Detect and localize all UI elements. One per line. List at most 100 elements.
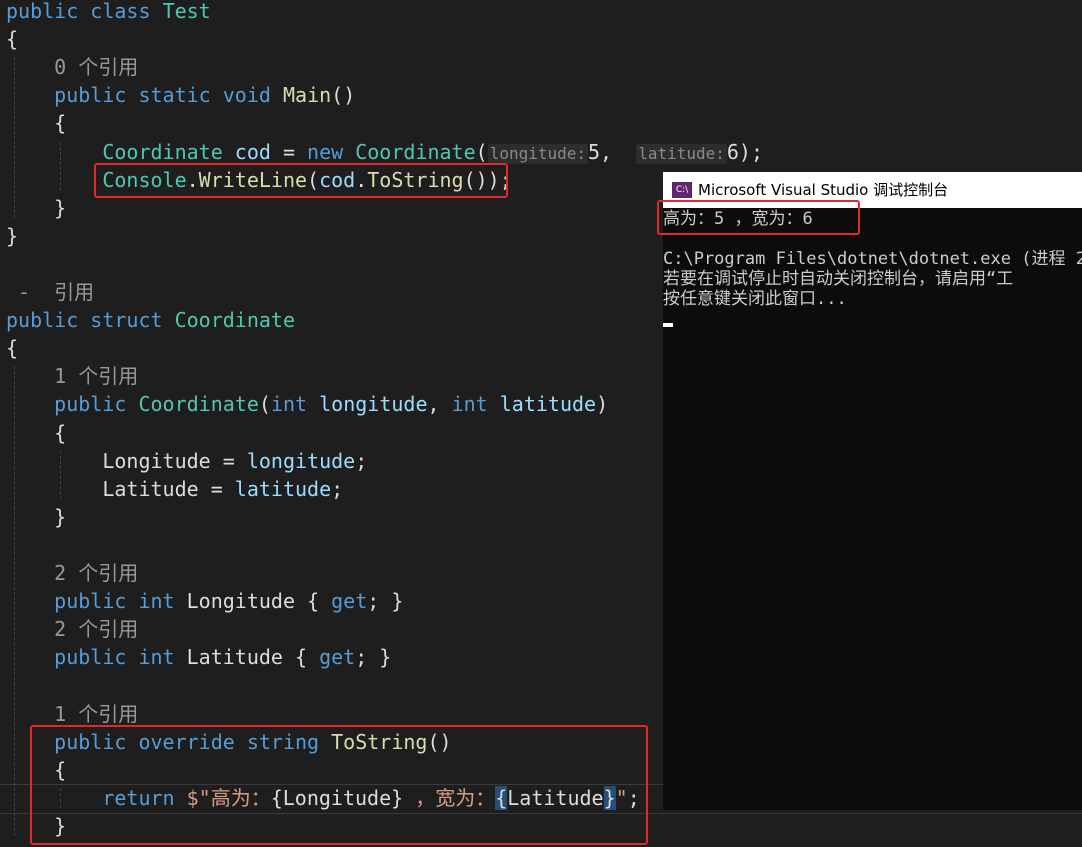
code-token: public [54,392,127,417]
code-line[interactable]: Longitude = longitude; [6,447,367,475]
code-token: cod [234,139,271,164]
code-line[interactable]: } [6,194,66,222]
code-token: static [138,83,211,108]
code-token: Latitude { [174,645,320,670]
debug-console-window[interactable]: C:\ Microsoft Visual Studio 调试控制台 高为：5 ，… [663,172,1082,810]
highlight-box-tostring [30,725,648,845]
code-line[interactable]: public int Longitude { get; } [6,587,403,615]
codelens-reference-count[interactable]: 1 个引用 [6,362,138,390]
code-token: public [54,589,127,614]
code-token: ( [475,139,488,164]
code-token: ; } [367,589,404,614]
codelens-reference-count[interactable]: - 引用 [6,278,94,306]
codelens-text: - 引用 [6,280,95,304]
codelens-text: 1 个引用 [6,701,139,726]
inlay-parameter-hint: longitude: [487,143,589,164]
code-token: Coordinate [355,139,476,164]
code-token: } [6,223,19,248]
code-token: struct [90,308,163,333]
code-token: Main [282,83,332,108]
code-token: ) [596,392,609,417]
console-output-line: 若要在调试停止时自动关闭控制台，请启用“工 [663,269,1014,289]
code-line[interactable]: { [6,109,66,137]
code-line[interactable]: } [6,503,66,531]
code-token: Test [162,0,211,23]
code-line[interactable]: { [6,25,18,53]
codelens-reference-count[interactable]: 2 个引用 [6,559,138,587]
code-line[interactable]: public class Test [6,0,211,25]
code-token: Coordinate [138,392,259,417]
code-token: } [6,504,67,529]
code-token: Longitude = [6,448,247,473]
code-token: , [427,392,452,417]
console-app-icon: C:\ [672,182,692,198]
code-token: int [451,392,488,417]
code-token: ; [331,476,344,501]
code-token: class [90,0,151,23]
code-token: { [6,420,67,445]
code-token: ; } [355,645,392,670]
code-token: int [138,589,175,614]
code-line[interactable]: { [6,334,18,362]
codelens-text: 1 个引用 [6,364,139,389]
code-line[interactable]: public Coordinate(int longitude, int lat… [6,390,608,418]
code-token: int [138,645,175,670]
code-token: 5, [588,139,637,164]
codelens-text: 2 个引用 [6,561,139,585]
code-token: = [270,139,308,164]
code-line[interactable]: Latitude = latitude; [6,475,343,503]
code-token: latitude [499,392,597,417]
codelens-reference-count[interactable]: 1 个引用 [6,700,138,728]
code-token: () [331,83,356,108]
code-line[interactable]: { [6,419,66,447]
code-token: longitude [319,392,428,417]
code-token: new [307,139,344,164]
code-line[interactable]: public int Latitude { get; } [6,643,391,671]
inlay-parameter-hint: latitude: [636,143,727,164]
code-token: { [6,27,19,52]
code-token: public [54,83,127,108]
code-line[interactable]: Coordinate cod = new Coordinate(longitud… [6,138,763,166]
code-token: Longitude { [174,589,332,614]
code-token: longitude [246,448,356,473]
console-output-line: C:\Program Files\dotnet\dotnet.exe (进程 2 [663,249,1082,269]
codelens-text: 2 个引用 [6,617,139,642]
codelens-reference-count[interactable]: 0 个引用 [6,53,138,81]
code-line[interactable]: } [6,222,18,250]
code-token: } [6,195,67,220]
code-line[interactable]: public static void Main() [6,81,355,109]
code-token: { [6,336,19,361]
code-token: void [222,83,271,108]
code-token: get [319,645,356,670]
code-token: latitude [234,476,332,501]
code-token: Latitude = [6,476,235,501]
console-output-line: 按任意键关闭此窗口... [663,289,847,309]
code-token: get [331,589,368,614]
code-token: ( [258,392,271,417]
console-cursor [663,323,673,327]
code-line[interactable]: public struct Coordinate [6,306,295,334]
code-token: Coordinate [102,139,223,164]
code-token: public [6,308,79,333]
codelens-reference-count[interactable]: 2 个引用 [6,615,138,643]
highlight-box-console-output [657,200,860,235]
code-token: ; [355,448,368,473]
